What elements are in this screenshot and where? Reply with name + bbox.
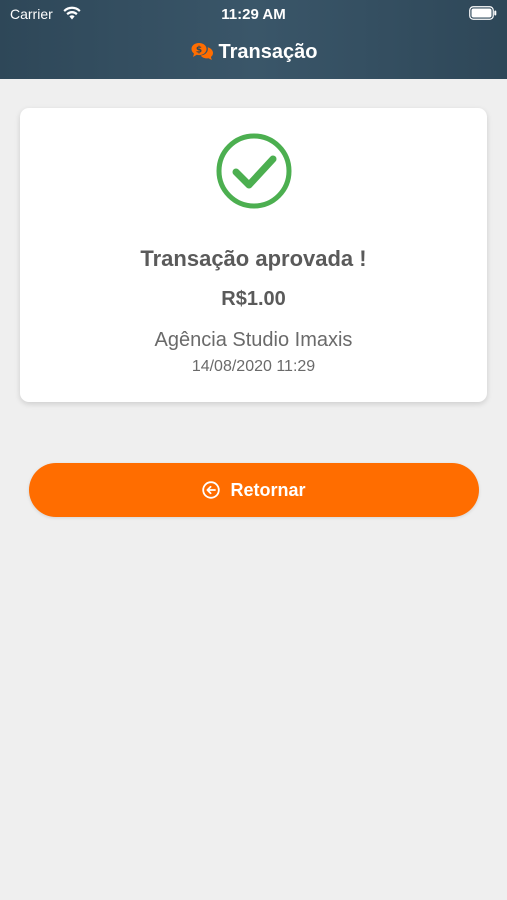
return-button[interactable]: Retornar: [29, 463, 479, 517]
check-circle-icon: [215, 132, 293, 210]
status-bar: Carrier 11:29 AM: [0, 0, 507, 28]
merchant-name: Agência Studio Imaxis: [154, 329, 353, 351]
chat-bubbles-icon: $: [190, 41, 214, 63]
return-button-label: Retornar: [230, 479, 306, 500]
transaction-status-title: Transação aprovada !: [140, 246, 367, 271]
page-title: Transação: [218, 40, 318, 63]
transaction-result-card: Transação aprovada ! R$1.00 Agência Stud…: [20, 108, 487, 402]
transaction-amount: R$1.00: [221, 288, 286, 310]
svg-text:$: $: [195, 46, 201, 56]
arrow-left-circle-icon: [202, 481, 221, 499]
transaction-datetime: 14/08/2020 11:29: [191, 358, 316, 375]
status-time: 11:29 AM: [221, 6, 286, 23]
battery-icon: [469, 6, 497, 20]
nav-bar: $ Transação: [0, 38, 507, 66]
app-header: Carrier 11:29 AM $ Transação: [0, 0, 507, 79]
